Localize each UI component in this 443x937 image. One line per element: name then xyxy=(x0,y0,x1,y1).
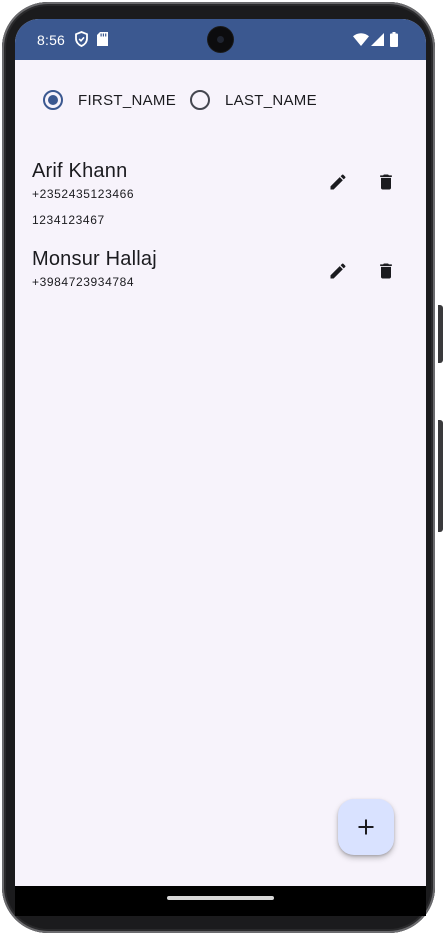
shield-icon xyxy=(75,31,88,52)
delete-icon xyxy=(380,174,392,190)
gesture-handle[interactable] xyxy=(167,896,274,900)
sort-radio-group: FIRST_NAME LAST_NAME xyxy=(43,89,317,111)
status-time: 8:56 xyxy=(37,32,66,48)
radio-last-name-group: LAST_NAME xyxy=(190,90,317,110)
contact-name: Monsur Hallaj xyxy=(32,248,157,270)
navigation-bar xyxy=(15,886,426,916)
contact-item[interactable]: Arif Khann +2352435123466 1234123467 xyxy=(32,160,412,227)
contact-phone: +3984723934784 xyxy=(32,275,135,289)
contact-item[interactable]: Monsur Hallaj +3984723934784 xyxy=(32,248,412,289)
delete-icon xyxy=(380,263,392,279)
volume-button xyxy=(438,420,443,532)
contact-phone: +2352435123466 xyxy=(32,187,135,201)
radio-first-name[interactable] xyxy=(43,90,63,110)
wifi-icon xyxy=(353,33,369,51)
contact-name: Arif Khann xyxy=(32,160,128,182)
edit-button[interactable] xyxy=(326,259,350,283)
sd-card-icon xyxy=(97,32,108,51)
status-bar: 8:56 xyxy=(15,19,426,60)
delete-button[interactable] xyxy=(374,259,398,283)
radio-first-name-label[interactable]: FIRST_NAME xyxy=(78,92,176,109)
content-area: FIRST_NAME LAST_NAME Arif Khann +2352435… xyxy=(15,60,426,886)
phone-device: 8:56 FIRST_NAME LAST_NAME Arif Khann +23… xyxy=(0,0,443,937)
add-contact-button[interactable] xyxy=(338,799,394,855)
radio-last-name-label[interactable]: LAST_NAME xyxy=(225,92,317,109)
edit-button[interactable] xyxy=(326,170,350,194)
edit-icon xyxy=(330,174,346,190)
contact-phone: 1234123467 xyxy=(32,213,105,227)
battery-icon xyxy=(390,32,398,52)
delete-button[interactable] xyxy=(374,170,398,194)
power-button xyxy=(438,305,443,363)
edit-icon xyxy=(330,263,346,279)
plus-icon xyxy=(358,819,374,835)
app-screen: 8:56 FIRST_NAME LAST_NAME Arif Khann +23… xyxy=(15,19,426,916)
signal-icon xyxy=(371,33,384,51)
front-camera xyxy=(208,27,233,52)
radio-last-name[interactable] xyxy=(190,90,211,110)
